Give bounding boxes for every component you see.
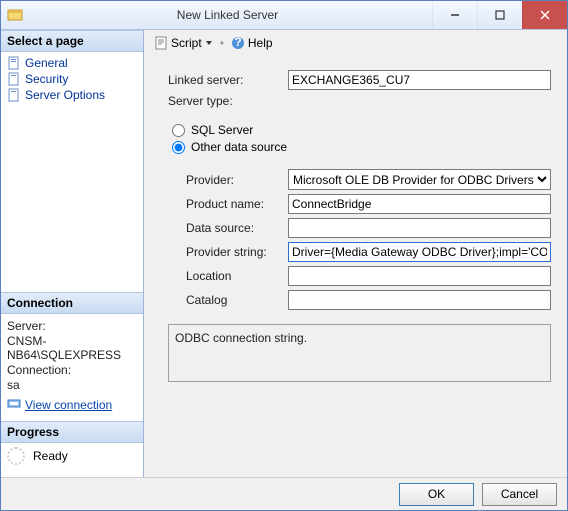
provider-select[interactable]: Microsoft OLE DB Provider for ODBC Drive… (288, 169, 551, 190)
provider-label: Provider: (168, 173, 288, 187)
catalog-input[interactable] (288, 290, 551, 310)
catalog-label: Catalog (168, 293, 288, 307)
server-label: Server: (7, 319, 137, 333)
script-button[interactable]: Script (154, 36, 213, 50)
nav-label: General (25, 56, 68, 70)
select-page-header: Select a page (1, 30, 143, 52)
help-label: Help (248, 36, 273, 50)
linked-server-label: Linked server: (168, 73, 288, 87)
other-source-radio-label: Other data source (191, 140, 287, 154)
connection-value: sa (7, 378, 137, 392)
ok-button[interactable]: OK (399, 483, 474, 506)
page-icon (7, 72, 21, 86)
progress-spinner-icon (7, 447, 25, 465)
connection-icon (7, 396, 21, 413)
server-type-label: Server type: (168, 94, 288, 108)
page-icon (7, 56, 21, 70)
help-button[interactable]: ? Help (231, 36, 273, 50)
nav-item-server-options[interactable]: Server Options (5, 87, 139, 103)
help-icon: ? (231, 36, 245, 50)
data-source-input[interactable] (288, 218, 551, 238)
svg-text:?: ? (234, 36, 241, 49)
left-panel: Select a page General Security Server Op… (1, 30, 144, 477)
nav-label: Security (25, 72, 68, 86)
other-source-radio[interactable] (172, 141, 185, 154)
maximize-button[interactable] (477, 1, 522, 29)
page-icon (7, 88, 21, 102)
app-icon (7, 7, 23, 23)
progress-status: Ready (33, 449, 68, 463)
minimize-button[interactable] (432, 1, 477, 29)
provider-string-input[interactable] (288, 242, 551, 262)
close-button[interactable] (522, 1, 567, 29)
sql-server-radio-label: SQL Server (191, 123, 253, 137)
product-name-input[interactable] (288, 194, 551, 214)
titlebar: New Linked Server (1, 1, 567, 30)
connection-info: Server: CNSM-NB64\SQLEXPRESS Connection:… (1, 314, 143, 421)
script-label: Script (171, 36, 202, 50)
nav-label: Server Options (25, 88, 105, 102)
location-label: Location (168, 269, 288, 283)
right-panel: Script • ? Help Linked server: Server ty… (144, 30, 567, 477)
connection-header: Connection (1, 292, 143, 314)
connection-label: Connection: (7, 363, 137, 377)
data-source-label: Data source: (168, 221, 288, 235)
separator: • (217, 36, 227, 50)
toolbar: Script • ? Help (144, 30, 567, 56)
product-name-label: Product name: (168, 197, 288, 211)
footer: OK Cancel (1, 477, 567, 510)
nav-item-general[interactable]: General (5, 55, 139, 71)
cancel-button[interactable]: Cancel (482, 483, 557, 506)
progress-header: Progress (1, 421, 143, 443)
script-icon (154, 36, 168, 50)
chevron-down-icon (205, 36, 213, 50)
provider-string-label: Provider string: (168, 245, 288, 259)
location-input[interactable] (288, 266, 551, 286)
sql-server-radio[interactable] (172, 124, 185, 137)
window-title: New Linked Server (23, 8, 432, 22)
view-connection-link[interactable]: View connection (25, 398, 112, 412)
nav-item-security[interactable]: Security (5, 71, 139, 87)
hint-box: ODBC connection string. (168, 324, 551, 382)
server-value: CNSM-NB64\SQLEXPRESS (7, 334, 137, 362)
linked-server-input[interactable] (288, 70, 551, 90)
